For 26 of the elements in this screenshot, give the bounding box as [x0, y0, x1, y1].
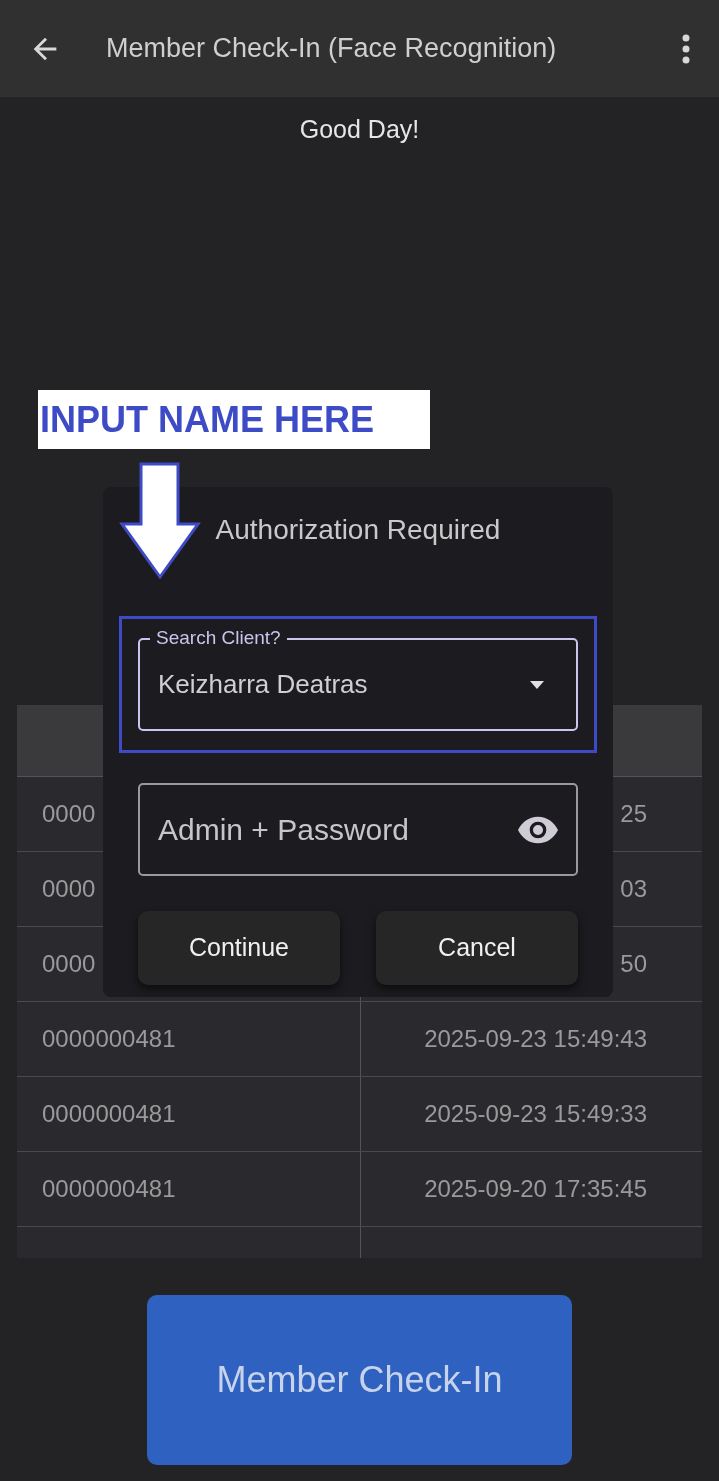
field-value: Keizharra Deatras: [158, 668, 369, 701]
table-cell: 2025-09-20 17:35:45: [424, 1177, 647, 1201]
password-field[interactable]: Admin + Password: [138, 783, 578, 876]
greeting-text: Good Day!: [299, 114, 420, 145]
table-cell: 50: [620, 952, 647, 976]
dialog-title: Authorization Required: [215, 513, 501, 545]
table-cell: 25: [620, 802, 647, 826]
down-arrow-icon: [119, 462, 201, 580]
member-checkin-button[interactable]: Member Check-In: [147, 1295, 572, 1465]
dialog-button[interactable]: Cancel: [376, 911, 578, 985]
table-cell: 0000000481: [42, 1102, 176, 1126]
password-input[interactable]: Admin + Password: [158, 807, 518, 852]
table-cell: 0000000481: [42, 1027, 176, 1051]
dropdown-caret-icon[interactable]: [530, 680, 544, 689]
dialog-button[interactable]: Continue: [138, 911, 340, 985]
table-cell: 0000: [42, 952, 96, 976]
table-cell: 2025-09-23 15:49:43: [424, 1027, 647, 1051]
table-cell: 03: [620, 877, 647, 901]
screen-title: Member Check-In (Face Recognition): [106, 32, 558, 66]
more-options-icon[interactable]: [681, 33, 691, 64]
table-cell: 0000: [42, 802, 96, 826]
table-cell: 2025-09-23 15:49:33: [424, 1102, 647, 1126]
eye-icon[interactable]: [518, 815, 558, 844]
table-cell: 0000: [42, 877, 96, 901]
annotation-text: INPUT NAME HERE: [40, 397, 375, 442]
table-cell: 0000000481: [42, 1177, 176, 1201]
